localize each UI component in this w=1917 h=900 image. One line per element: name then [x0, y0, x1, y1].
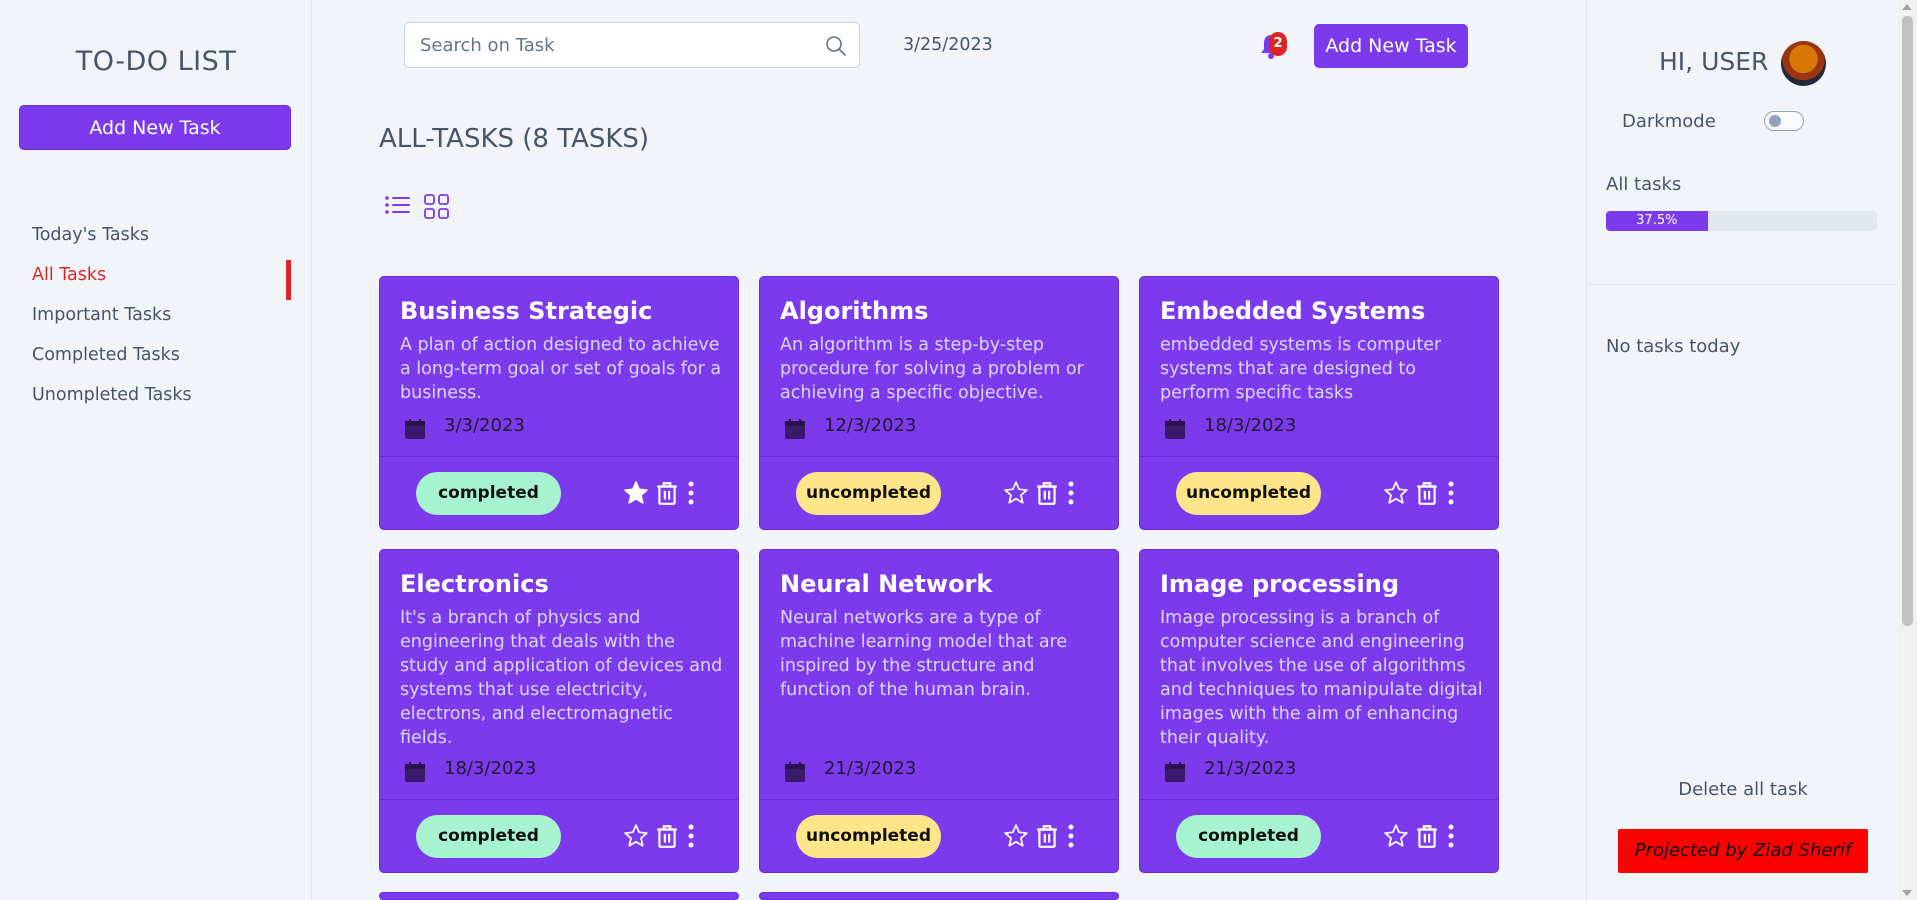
status-badge[interactable]: completed: [416, 815, 561, 858]
current-date: 3/25/2023: [903, 35, 993, 55]
task-card[interactable]: Business Strategic A plan of action desig…: [379, 276, 739, 530]
task-date: 21/3/2023: [824, 758, 917, 779]
notification-badge: 2: [1269, 32, 1287, 56]
task-card-footer: completed: [1140, 799, 1498, 872]
task-card[interactable]: Neural Network Neural networks are a type…: [759, 549, 1119, 873]
task-title: Electronics: [400, 570, 549, 598]
header-add-task-button[interactable]: Add New Task: [1314, 24, 1468, 68]
sidebar-add-task-button[interactable]: Add New Task: [19, 105, 291, 150]
nav-item-uncompleted-tasks[interactable]: Unompleted Tasks: [0, 380, 312, 420]
search-icon[interactable]: [825, 35, 847, 57]
task-card-partial[interactable]: [379, 892, 739, 900]
no-tasks-message: No tasks today: [1606, 336, 1741, 357]
star-icon[interactable]: [623, 823, 649, 849]
greeting: HI, USER: [1659, 47, 1769, 76]
task-card-footer: uncompleted: [760, 799, 1118, 872]
status-badge[interactable]: completed: [416, 472, 561, 515]
trash-icon[interactable]: [1034, 823, 1060, 849]
star-icon[interactable]: [1003, 480, 1029, 506]
star-icon[interactable]: [1383, 823, 1409, 849]
nav-item-completed-tasks[interactable]: Completed Tasks: [0, 340, 312, 380]
calendar-icon: [405, 419, 425, 439]
task-card-footer: completed: [380, 456, 738, 529]
calendar-icon: [405, 762, 425, 782]
darkmode-toggle[interactable]: [1764, 111, 1804, 131]
task-card[interactable]: Embedded Systems embedded systems is comp…: [1139, 276, 1499, 530]
task-title: Image processing: [1160, 570, 1400, 598]
star-icon[interactable]: [1383, 480, 1409, 506]
status-badge[interactable]: uncompleted: [796, 815, 941, 858]
all-tasks-label: All tasks: [1606, 174, 1682, 195]
task-title: Business Strategic: [400, 297, 653, 325]
task-card-partial[interactable]: [759, 892, 1119, 900]
nav-item-all-tasks[interactable]: All Tasks: [0, 260, 312, 300]
divider: [1587, 284, 1899, 285]
task-date: 3/3/2023: [444, 415, 525, 436]
task-card-footer: uncompleted: [760, 456, 1118, 529]
trash-icon[interactable]: [1414, 823, 1440, 849]
left-sidebar: TO-DO LIST Add New Task Today's Tasks Al…: [0, 0, 312, 900]
progress-bar: 37.5%: [1606, 211, 1877, 231]
task-date: 21/3/2023: [1204, 758, 1297, 779]
grid-view-icon[interactable]: [423, 193, 451, 221]
list-view-icon[interactable]: [384, 193, 412, 221]
calendar-icon: [1165, 419, 1185, 439]
task-title: Embedded Systems: [1160, 297, 1426, 325]
task-card-footer: uncompleted: [1140, 456, 1498, 529]
progress-fill: 37.5%: [1606, 211, 1708, 231]
credit-banner: Projected by Ziad Sherif: [1618, 829, 1868, 873]
calendar-icon: [785, 419, 805, 439]
status-badge[interactable]: uncompleted: [796, 472, 941, 515]
task-description: Image processing is a branch of computer…: [1160, 608, 1483, 748]
task-description: An algorithm is a step-by-step procedure…: [780, 335, 1084, 403]
more-options-icon[interactable]: [686, 480, 696, 506]
task-title: Algorithms: [780, 297, 929, 325]
nav-item-important-tasks[interactable]: Important Tasks: [0, 300, 312, 340]
more-options-icon[interactable]: [1066, 823, 1076, 849]
more-options-icon[interactable]: [686, 823, 696, 849]
nav-menu: Today's Tasks All Tasks Important Tasks …: [0, 220, 312, 420]
star-icon[interactable]: [623, 480, 649, 506]
star-icon[interactable]: [1003, 823, 1029, 849]
task-description: It's a branch of physics and engineering…: [400, 608, 723, 748]
trash-icon[interactable]: [654, 480, 680, 506]
task-description: A plan of action designed to achieve a l…: [400, 335, 722, 403]
more-options-icon[interactable]: [1446, 823, 1456, 849]
search-box: [404, 22, 860, 68]
avatar[interactable]: [1781, 41, 1826, 86]
trash-icon[interactable]: [1034, 480, 1060, 506]
task-card[interactable]: Image processing Image processing is a br…: [1139, 549, 1499, 873]
search-input[interactable]: [405, 23, 859, 67]
task-date: 18/3/2023: [1204, 415, 1297, 436]
scrollbar[interactable]: [1898, 0, 1917, 900]
status-badge[interactable]: uncompleted: [1176, 472, 1321, 515]
scroll-thumb[interactable]: [1902, 16, 1913, 626]
right-sidebar: HI, USER Darkmode All tasks 37.5% No tas…: [1586, 0, 1899, 900]
scroll-up-arrow[interactable]: [1902, 4, 1912, 10]
calendar-icon: [785, 762, 805, 782]
task-card[interactable]: Algorithms An algorithm is a step-by-step…: [759, 276, 1119, 530]
scroll-down-arrow[interactable]: [1902, 890, 1912, 896]
toggle-knob: [1769, 115, 1781, 127]
task-date: 18/3/2023: [444, 758, 537, 779]
status-badge[interactable]: completed: [1176, 815, 1321, 858]
page-title: ALL-TASKS (8 TASKS): [379, 124, 650, 154]
more-options-icon[interactable]: [1446, 480, 1456, 506]
task-title: Neural Network: [780, 570, 993, 598]
darkmode-label: Darkmode: [1622, 111, 1716, 132]
trash-icon[interactable]: [1414, 480, 1440, 506]
task-description: Neural networks are a type of machine le…: [780, 608, 1068, 700]
delete-all-button[interactable]: Delete all task: [1587, 779, 1899, 800]
task-card[interactable]: Electronics It's a branch of physics and …: [379, 549, 739, 873]
task-date: 12/3/2023: [824, 415, 917, 436]
calendar-icon: [1165, 762, 1185, 782]
app-title: TO-DO LIST: [75, 46, 237, 77]
task-description: embedded systems is computer systems tha…: [1160, 335, 1442, 403]
more-options-icon[interactable]: [1066, 480, 1076, 506]
task-card-footer: completed: [380, 799, 738, 872]
nav-item-todays-tasks[interactable]: Today's Tasks: [0, 220, 312, 260]
trash-icon[interactable]: [654, 823, 680, 849]
